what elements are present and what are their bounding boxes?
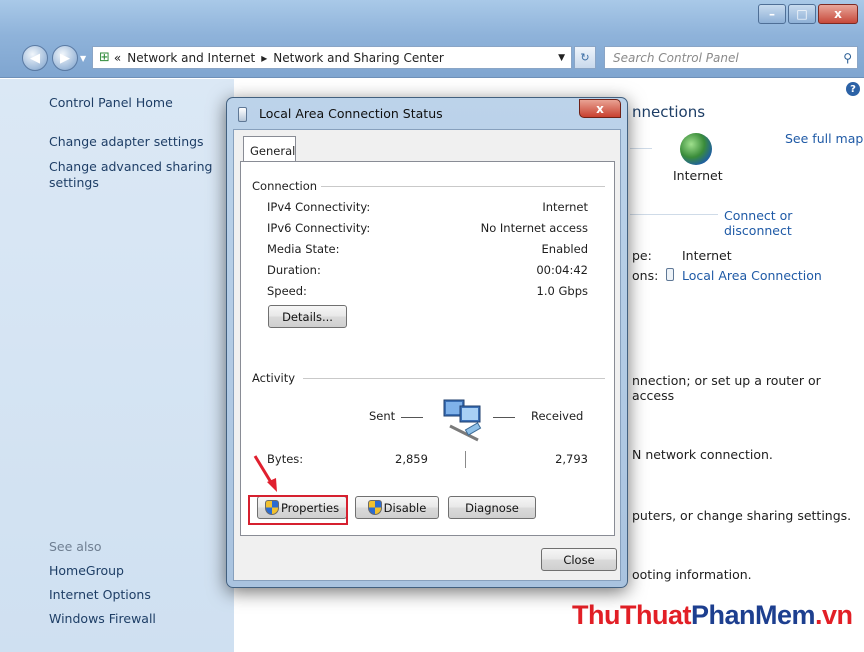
change-advanced-sharing-link-line2[interactable]: settings [49,175,99,190]
search-placeholder: Search Control Panel [613,50,739,65]
bytes-sent-value: 2,859 [395,452,428,466]
map-connector-line [630,148,652,149]
lan-connection-icon [666,268,674,281]
window-controls: – □ x [756,4,858,26]
received-line [493,417,515,418]
uac-shield-icon [367,500,382,515]
connection-group-line [315,186,605,187]
breadcrumb-network-sharing-center[interactable]: Network and Sharing Center [273,51,444,65]
address-prefix: « [113,50,122,65]
internet-globe-icon [680,133,712,165]
forward-arrow-icon: ▶ [60,50,70,66]
address-dropdown-icon[interactable]: ▼ [558,53,565,63]
watermark-logo: ThuThuatPhanMem.vn [572,600,853,630]
diagnose-button[interactable]: Diagnose [448,496,536,519]
minimize-button[interactable]: – [758,4,786,24]
dialog-title: Local Area Connection Status [259,106,443,121]
tab-general[interactable]: General [243,136,296,162]
connection-group-heading: Connection [252,179,322,193]
forward-button[interactable]: ▶ [52,45,78,71]
media-state-value: Enabled [541,242,588,256]
speed-label: Speed: [267,284,307,298]
sharing-settings-task[interactable]: puters, or change sharing settings. [632,508,851,523]
setup-connection-task[interactable]: nnection; or set up a router or access [632,373,864,403]
disable-button-label: Disable [383,500,427,515]
control-panel-home-link[interactable]: Control Panel Home [49,95,173,110]
close-window-button[interactable]: x [818,4,858,24]
sent-label: Sent [369,409,396,423]
disable-button[interactable]: Disable [355,496,439,519]
media-state-label: Media State: [267,242,340,256]
duration-label: Duration: [267,263,321,277]
see-full-map-link[interactable]: See full map [785,131,863,146]
ipv4-value: Internet [542,200,588,214]
see-also-heading: See also [49,539,102,554]
help-icon[interactable]: ? [846,82,860,96]
activity-indicator-line [465,451,466,468]
access-type-label: pe: [632,248,652,263]
connections-label: ons: [632,268,659,283]
back-arrow-icon: ◀ [30,50,40,66]
breadcrumb-separator-icon[interactable]: ▸ [261,51,267,65]
troubleshoot-task[interactable]: ooting information. [632,567,752,582]
received-label: Received [531,409,584,423]
maximize-button[interactable]: □ [788,4,816,24]
change-advanced-sharing-link[interactable]: Change advanced sharing [49,159,212,174]
connect-disconnect-link[interactable]: Connect or disconnect [724,208,864,238]
refresh-icon: ↻ [580,51,590,64]
local-area-connection-link[interactable]: Local Area Connection [682,268,822,283]
address-bar[interactable]: ⊞ « Network and Internet ▸ Network and S… [92,46,572,69]
breadcrumb-network-and-internet[interactable]: Network and Internet [127,51,255,65]
red-arrow-annotation [253,455,277,492]
internet-map-label: Internet [673,168,723,183]
section-divider [630,214,718,215]
search-input[interactable]: Search Control Panel ⚲ [604,46,858,69]
network-location-icon: ⊞ [99,50,110,65]
back-button[interactable]: ◀ [22,45,48,71]
search-icon[interactable]: ⚲ [843,51,852,65]
homegroup-link[interactable]: HomeGroup [49,563,124,578]
properties-highlight-box [248,495,348,525]
ipv6-label: IPv6 Connectivity: [267,221,371,235]
vpn-connection-task[interactable]: N network connection. [632,447,773,462]
ipv6-value: No Internet access [480,221,588,235]
general-tab-panel: Connection IPv4 Connectivity: Internet I… [240,161,615,536]
network-adapter-icon [238,107,247,122]
internet-options-link[interactable]: Internet Options [49,587,151,602]
dialog-close-icon[interactable]: x [579,99,621,118]
access-type-value: Internet [682,248,732,263]
network-activity-icon [443,399,482,442]
change-adapter-settings-link[interactable]: Change adapter settings [49,134,204,149]
bytes-received-value: 2,793 [555,452,588,466]
ipv4-label: IPv4 Connectivity: [267,200,371,214]
windows-firewall-link[interactable]: Windows Firewall [49,611,156,626]
close-button[interactable]: Close [541,548,617,571]
speed-value: 1.0 Gbps [536,284,588,298]
refresh-button[interactable]: ↻ [574,46,596,69]
connections-heading: nnections [632,103,706,121]
details-button[interactable]: Details... [268,305,347,328]
recent-pages-dropdown-icon[interactable]: ▼ [80,54,86,63]
activity-group-line [303,378,605,379]
duration-value: 00:04:42 [536,263,588,277]
activity-group-heading: Activity [252,371,300,385]
sent-line [401,417,423,418]
